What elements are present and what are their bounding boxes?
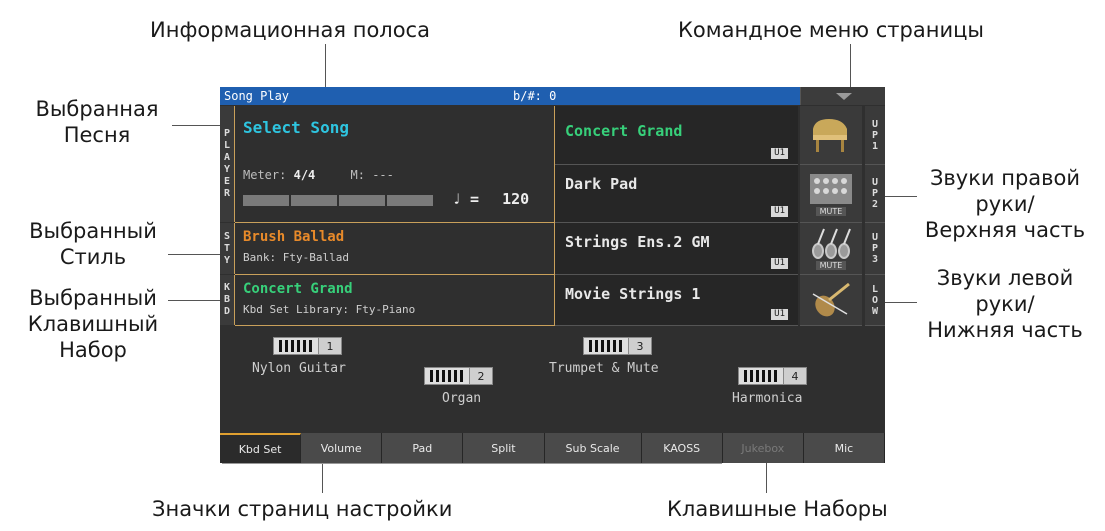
- sound-thumb-upper-2[interactable]: MUTE: [800, 165, 862, 223]
- sound-upper-3[interactable]: Strings Ens.2 GM U1: [555, 223, 798, 275]
- leader-line: [885, 196, 917, 197]
- kbd-set-name-3: Trumpet & Mute: [549, 361, 659, 376]
- device-screen: Song Play b/#: 0 PLAYER STY KBD Select S…: [220, 87, 885, 463]
- sound-part-chip: U1: [771, 309, 788, 320]
- mute-badge: MUTE: [815, 261, 847, 270]
- synth-pad-icon: [810, 173, 852, 204]
- meter-row: Meter: 4/4 M: ---: [243, 168, 394, 182]
- leader-line: [885, 302, 917, 303]
- kbd-set-name-2: Organ: [442, 391, 482, 406]
- tempo-row[interactable]: ♩ = 120: [452, 190, 529, 208]
- tab-split[interactable]: Split: [463, 433, 545, 463]
- key-indicator: b/#: 0: [513, 89, 557, 103]
- measure-value: ---: [372, 168, 394, 182]
- sound-name: Strings Ens.2 GM: [565, 233, 710, 251]
- tab-jukebox[interactable]: Jukebox: [722, 433, 804, 463]
- leader-line: [850, 44, 851, 87]
- song-panel[interactable]: Select Song Meter: 4/4 M: --- ♩ = 120: [235, 106, 555, 223]
- keyboard-icon: [424, 367, 470, 385]
- tab-pad[interactable]: Pad: [382, 433, 464, 463]
- part-label-up1[interactable]: UP1: [865, 106, 885, 165]
- cello-icon: [812, 282, 850, 317]
- callout-page-menu: Командное меню страницы: [678, 18, 984, 42]
- sound-part-chip: U1: [771, 206, 788, 217]
- kbd-set-number: 3: [628, 337, 652, 355]
- kbd-set-number: 1: [318, 337, 342, 355]
- measure-label: M:: [350, 168, 365, 182]
- meter-value: 4/4: [293, 168, 316, 182]
- tab-volume[interactable]: Volume: [301, 433, 383, 463]
- tab-kbd-set[interactable]: Kbd Set: [220, 433, 302, 463]
- tab-mic[interactable]: Mic: [803, 433, 885, 463]
- callout-left-hand-sounds: Звуки левой руки/Нижняя часть: [927, 266, 1083, 342]
- part-label-low[interactable]: LOW: [865, 275, 885, 326]
- style-panel[interactable]: Brush Ballad Bank: Fty-Ballad: [235, 223, 555, 275]
- sound-name: Dark Pad: [565, 175, 638, 193]
- violins-icon: [812, 228, 851, 259]
- keyboard-icon: [273, 337, 319, 355]
- callout-setting-pages: Значки страниц настройки: [152, 497, 453, 521]
- kbd-set-button-3[interactable]: 3: [583, 337, 652, 355]
- song-name[interactable]: Select Song: [243, 118, 349, 137]
- callout-right-hand-sounds: Звуки правой руки/Верхняя часть: [924, 166, 1086, 242]
- sound-name: Concert Grand: [565, 122, 683, 140]
- grand-piano-icon: [813, 119, 847, 152]
- style-label[interactable]: STY: [220, 223, 235, 274]
- kbd-set-name[interactable]: Concert Grand: [243, 281, 353, 297]
- part-label-up2[interactable]: UP2: [865, 165, 885, 223]
- keyboard-icon: [738, 367, 784, 385]
- sound-upper-1[interactable]: Concert Grand U1: [555, 106, 798, 165]
- sound-part-chip: U1: [771, 258, 788, 269]
- kbd-set-name-4: Harmonica: [732, 391, 803, 406]
- sound-thumb-upper-1[interactable]: [800, 106, 862, 165]
- menu-arrow-icon: [835, 92, 852, 100]
- kbd-set-panel[interactable]: Concert Grand Kbd Set Library: Fty-Piano: [235, 275, 555, 326]
- kbd-set-number: 4: [783, 367, 807, 385]
- meter-label: Meter:: [243, 168, 287, 182]
- callout-keyboard-sets: Клавишные Наборы: [667, 497, 888, 521]
- info-bar: Song Play b/#: 0: [220, 87, 800, 105]
- page-menu-button[interactable]: [800, 87, 885, 105]
- mute-badge: MUTE: [815, 206, 847, 216]
- tempo-symbol: ♩ =: [452, 190, 480, 208]
- keyboard-icon: [583, 337, 629, 355]
- sound-thumb-lower[interactable]: [800, 275, 862, 326]
- kbd-set-library: Kbd Set Library: Fty-Piano: [243, 303, 416, 316]
- tab-sub-scale[interactable]: Sub Scale: [544, 433, 642, 463]
- style-bank: Bank: Fty-Ballad: [243, 251, 349, 264]
- leader-line: [325, 44, 326, 87]
- kbd-set-name-1: Nylon Guitar: [252, 361, 346, 376]
- style-name[interactable]: Brush Ballad: [243, 229, 344, 245]
- sound-name: Movie Strings 1: [565, 285, 701, 303]
- sound-lower[interactable]: Movie Strings 1 U1: [555, 275, 798, 326]
- tab-kaoss[interactable]: KAOSS: [641, 433, 723, 463]
- sound-thumb-upper-3[interactable]: MUTE: [800, 223, 862, 275]
- setting-tab-bar: Kbd Set Volume Pad Split Sub Scale KAOSS…: [220, 433, 885, 463]
- kbd-set-button-1[interactable]: 1: [273, 337, 342, 355]
- player-label[interactable]: PLAYER: [220, 106, 235, 222]
- callout-selected-song: Выбранная Песня: [35, 97, 159, 147]
- page-title: Song Play: [224, 89, 290, 103]
- callout-selected-style: Выбранный Стиль: [29, 219, 157, 269]
- kbd-label[interactable]: KBD: [220, 275, 235, 325]
- part-label-up3[interactable]: UP3: [865, 223, 885, 275]
- kbd-set-button-2[interactable]: 2: [424, 367, 493, 385]
- kbd-set-number: 2: [469, 367, 493, 385]
- position-bar: [243, 195, 433, 206]
- kbd-set-button-4[interactable]: 4: [738, 367, 807, 385]
- callout-info-bar: Информационная полоса: [150, 18, 430, 42]
- callout-selected-kbd-set: Выбранный Клавишный Набор: [27, 286, 159, 362]
- sound-part-chip: U1: [771, 148, 788, 159]
- tempo-value: 120: [502, 190, 530, 208]
- sound-upper-2[interactable]: Dark Pad U1: [555, 165, 798, 223]
- leader-line: [222, 463, 722, 464]
- leader-line: [322, 463, 323, 493]
